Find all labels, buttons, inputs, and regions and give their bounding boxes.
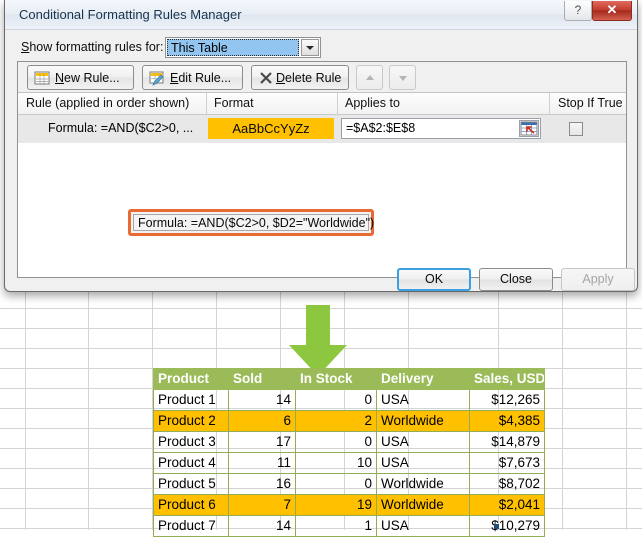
delete-rule-button[interactable]: Delete Rule	[251, 65, 349, 90]
close-x-icon[interactable]: ✕	[592, 1, 632, 21]
cell-product: Product 6	[154, 495, 229, 516]
cell-product: Product 2	[154, 411, 229, 432]
rule-description: Formula: =AND($C2>0, ...	[48, 121, 193, 135]
cell-sold: 14	[229, 516, 296, 537]
rules-list-panel: New Rule... Edit Rule... Delete Rule	[17, 61, 627, 278]
excel-data-table: Product Sold In Stock Delivery Sales, US…	[153, 368, 545, 537]
column-header-format: Format	[214, 96, 254, 110]
table-header-row: Product Sold In Stock Delivery Sales, US…	[154, 369, 545, 390]
chevron-down-icon[interactable]	[301, 39, 319, 56]
rule-row[interactable]: Formula: =AND($C2>0, ... AaBbCcYyZz =$A$…	[18, 115, 626, 143]
rule-format-preview[interactable]: AaBbCcYyZz	[208, 118, 334, 139]
cell-delivery: Worldwide	[377, 474, 470, 495]
cell-in-stock: 1	[296, 516, 377, 537]
move-rule-down-button[interactable]	[389, 65, 416, 90]
column-header-sales: Sales, USD	[470, 369, 545, 390]
column-header-stop-if-true: Stop If True	[558, 96, 623, 110]
column-header-sold: Sold	[229, 369, 296, 390]
ok-button[interactable]: OK	[397, 268, 471, 291]
stop-if-true-checkbox[interactable]	[569, 122, 583, 136]
applies-to-value: =$A$2:$E$8	[346, 119, 415, 138]
cell-sales: $7,673	[470, 453, 545, 474]
selection-fill-handle[interactable]	[494, 524, 499, 529]
cell-product: Product 1	[154, 390, 229, 411]
new-rule-grid-icon	[34, 70, 50, 86]
new-rule-button[interactable]: New Rule...	[27, 65, 134, 90]
column-header-rule: Rule (applied in order shown)	[26, 96, 189, 110]
dropdown-selected-value: This Table	[167, 39, 299, 56]
header-divider	[337, 93, 338, 115]
cell-sold: 11	[229, 453, 296, 474]
column-header-product: Product	[154, 369, 229, 390]
header-divider	[206, 93, 207, 115]
cell-sold: 7	[229, 495, 296, 516]
dialog-title: Conditional Formatting Rules Manager	[19, 7, 242, 22]
table-row: Product 5160Worldwide$8,702	[154, 474, 545, 495]
cell-in-stock: 2	[296, 411, 377, 432]
column-header-applies-to: Applies to	[345, 96, 400, 110]
close-button[interactable]: Close	[479, 268, 553, 291]
cell-sales: $8,702	[470, 474, 545, 495]
delete-x-icon	[258, 70, 274, 86]
conditional-formatting-rules-manager-dialog: Conditional Formatting Rules Manager ? ✕…	[4, 0, 638, 292]
range-grid-icon	[520, 121, 538, 136]
show-formatting-rules-for-dropdown[interactable]: This Table	[165, 37, 321, 58]
cell-delivery: USA	[377, 516, 470, 537]
cell-delivery: Worldwide	[377, 411, 470, 432]
cell-in-stock: 0	[296, 474, 377, 495]
header-divider	[549, 93, 550, 115]
cell-in-stock: 0	[296, 432, 377, 453]
edit-rule-pencil-icon	[149, 70, 165, 86]
help-question-icon[interactable]: ?	[564, 1, 592, 21]
triangle-up-icon	[366, 75, 374, 80]
new-rule-label: New Rule...	[55, 66, 120, 90]
table-row: Product 3170USA$14,879	[154, 432, 545, 453]
column-header-in-stock: In Stock	[296, 369, 377, 390]
column-header-delivery: Delivery	[377, 369, 470, 390]
cell-sales: $12,265	[470, 390, 545, 411]
cell-in-stock: 19	[296, 495, 377, 516]
label-rest: how formatting rules for:	[29, 40, 163, 54]
table-row: Product 262Worldwide$4,385	[154, 411, 545, 432]
cell-sales: $2,041	[470, 495, 545, 516]
range-selector-icon[interactable]	[519, 120, 539, 137]
rules-list-header: Rule (applied in order shown) Format App…	[18, 93, 626, 115]
cell-product: Product 7	[154, 516, 229, 537]
cell-delivery: USA	[377, 453, 470, 474]
formula-callout: Formula: =AND($C2>0, $D2="Worldwide")	[128, 209, 374, 236]
cell-sold: 6	[229, 411, 296, 432]
cell-sold: 16	[229, 474, 296, 495]
move-rule-up-button[interactable]	[356, 65, 383, 90]
delete-rule-label: Delete Rule	[276, 66, 341, 90]
cell-sales: $14,879	[470, 432, 545, 453]
cell-in-stock: 10	[296, 453, 377, 474]
cell-in-stock: 0	[296, 390, 377, 411]
cell-delivery: Worldwide	[377, 495, 470, 516]
cell-delivery: USA	[377, 390, 470, 411]
apply-button: Apply	[561, 268, 635, 291]
cell-product: Product 5	[154, 474, 229, 495]
applies-to-input[interactable]: =$A$2:$E$8	[341, 118, 541, 139]
rules-toolbar: New Rule... Edit Rule... Delete Rule	[18, 62, 626, 93]
cell-sold: 17	[229, 432, 296, 453]
table-row: Product 41110USA$7,673	[154, 453, 545, 474]
cell-sold: 14	[229, 390, 296, 411]
show-formatting-rules-for-label: Show formatting rules for:	[21, 40, 163, 54]
edit-rule-label: Edit Rule...	[170, 66, 231, 90]
table-row: Product 1140USA$12,265	[154, 390, 545, 411]
cell-delivery: USA	[377, 432, 470, 453]
green-down-arrow-icon	[288, 305, 348, 377]
edit-rule-button[interactable]: Edit Rule...	[142, 65, 243, 90]
table-row: Product 7141USA$10,279	[154, 516, 545, 537]
triangle-down-icon	[399, 76, 407, 81]
cell-sales: $10,279	[470, 516, 545, 537]
formula-callout-text: Formula: =AND($C2>0, $D2="Worldwide")	[133, 214, 369, 231]
table-row: Product 6719Worldwide$2,041	[154, 495, 545, 516]
cell-product: Product 4	[154, 453, 229, 474]
cell-product: Product 3	[154, 432, 229, 453]
cell-sales: $4,385	[470, 411, 545, 432]
